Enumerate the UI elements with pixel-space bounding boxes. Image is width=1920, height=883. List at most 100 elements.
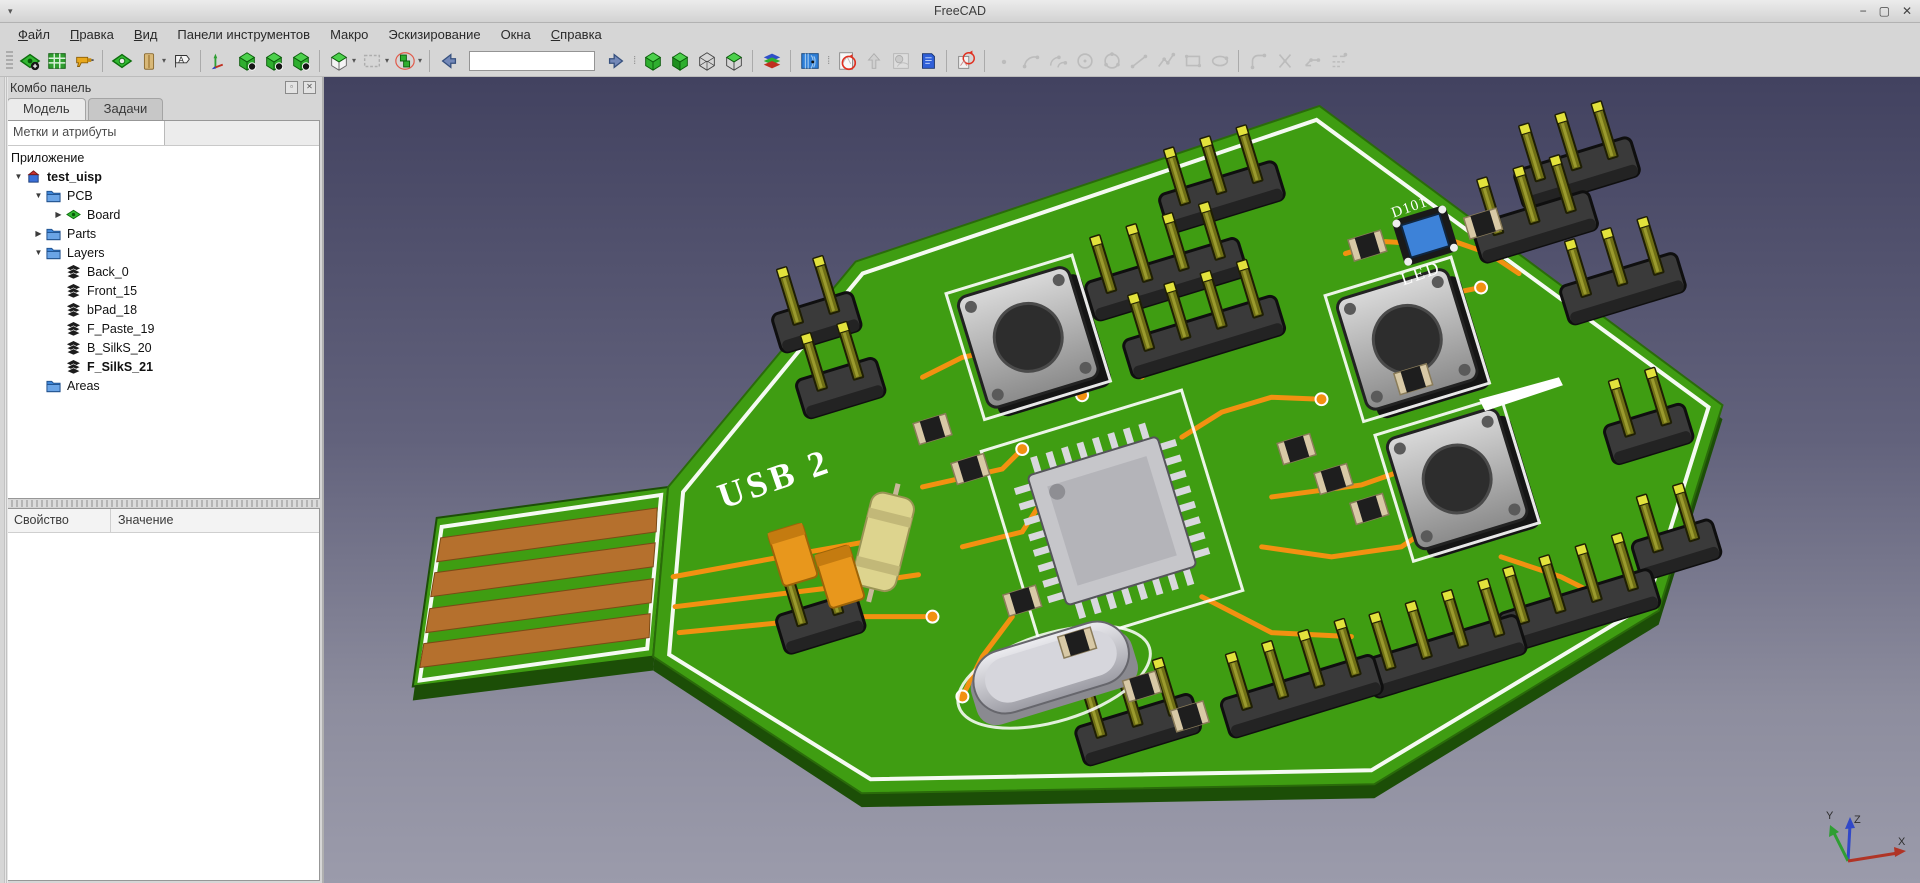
property-column-header[interactable]: Свойство [7, 509, 111, 532]
menu-item-edit[interactable]: Правка [60, 25, 124, 44]
menu-item-toolbars[interactable]: Панели инструментов [167, 25, 320, 44]
value-column-header[interactable]: Значение [111, 509, 319, 532]
dock-grip[interactable] [4, 77, 8, 883]
stepup-export-step-1-icon[interactable] [233, 47, 260, 74]
tree-item-pcb[interactable]: ▼PCB [7, 186, 319, 205]
stepup-axis-icon[interactable] [206, 47, 233, 74]
toolbar-separator [102, 50, 103, 72]
dropdown-arrow-icon[interactable]: ▾ [418, 56, 422, 65]
tree-item-board[interactable]: ▶Board [7, 205, 319, 224]
menu-item-help[interactable]: Справка [541, 25, 612, 44]
property-panel: Свойство Значение [6, 508, 320, 881]
title-bar: ▾ FreeCAD − ▢ ✕ [0, 0, 1920, 23]
layer-icon [66, 283, 83, 298]
stepup-export-step-2-icon[interactable] [260, 47, 287, 74]
tree-item-приложение[interactable]: Приложение [7, 148, 319, 167]
layer-icon [66, 359, 83, 374]
menu-item-sketching[interactable]: Эскизирование [378, 25, 490, 44]
nav-forward-icon[interactable] [602, 47, 629, 74]
toggle-construction-icon [1325, 47, 1352, 74]
stepup-drill-icon[interactable] [70, 47, 97, 74]
layer-icon [66, 321, 83, 336]
stepup-board-export-icon[interactable] [108, 47, 135, 74]
view-style-wireframe-icon[interactable] [693, 47, 720, 74]
selection-tool-icon [358, 47, 385, 74]
toolbar-separator [429, 50, 430, 72]
tree-item-label: Front_15 [87, 284, 137, 298]
stepup-group-export-icon[interactable] [391, 47, 418, 74]
tree-item-f-paste-19[interactable]: F_Paste_19 [7, 319, 319, 338]
expand-arrow[interactable]: ▼ [31, 191, 46, 200]
toolbar-separator [946, 50, 947, 72]
stepup-open-step-icon[interactable] [325, 47, 352, 74]
view-style-shaded-icon[interactable] [666, 47, 693, 74]
panel-splitter[interactable] [6, 500, 320, 507]
combo-panel-title: Комбо панель [10, 81, 91, 95]
dropdown-arrow-icon[interactable]: ▾ [385, 56, 389, 65]
minimize-button[interactable]: − [1860, 5, 1867, 17]
create-arc-3pt-icon [1044, 47, 1071, 74]
close-button[interactable]: ✕ [1902, 5, 1912, 17]
view-style-solid-icon[interactable] [639, 47, 666, 74]
tree-item-bpad-18[interactable]: bPad_18 [7, 300, 319, 319]
toolbar-separator [319, 50, 320, 72]
dropdown-arrow-icon[interactable]: ▾ [352, 56, 356, 65]
tree-item-areas[interactable]: Areas [7, 376, 319, 395]
leave-sketch-icon [860, 47, 887, 74]
menu-item-file[interactable]: Файл [8, 25, 60, 44]
view-sketch-icon [887, 47, 914, 74]
expand-arrow[interactable]: ▼ [31, 248, 46, 257]
menu-item-windows[interactable]: Окна [491, 25, 541, 44]
tree-item-front-15[interactable]: Front_15 [7, 281, 319, 300]
nav-back-icon[interactable] [435, 47, 462, 74]
menu-item-macro[interactable]: Макро [320, 25, 378, 44]
new-sketch-icon[interactable] [833, 47, 860, 74]
tab-model[interactable]: Модель [7, 98, 86, 120]
dropdown-arrow-icon[interactable]: ▾ [162, 56, 166, 65]
tree-item-label: Приложение [11, 151, 84, 165]
view-style-hiddenline-icon[interactable] [720, 47, 747, 74]
toolbar-handle[interactable]: ⁞ [633, 55, 635, 67]
board-icon [66, 207, 83, 222]
tree-item-label: Areas [67, 379, 100, 393]
stepup-text-input[interactable] [469, 51, 595, 71]
edit-sketch-icon[interactable] [914, 47, 941, 74]
toolbar-separator [984, 50, 985, 72]
3d-viewport[interactable]: USB 2 D101 LED Y Z X [324, 77, 1920, 883]
annotation-flag-icon[interactable]: A [168, 47, 195, 74]
trim-edge-icon [1271, 47, 1298, 74]
tree-item-parts[interactable]: ▶Parts [7, 224, 319, 243]
stepup-export-step-3-icon[interactable] [287, 47, 314, 74]
toolbar-handle[interactable] [6, 51, 13, 71]
create-polyline-icon [1152, 47, 1179, 74]
map-sketch-icon[interactable] [952, 47, 979, 74]
close-panel-icon[interactable]: ✕ [303, 81, 316, 94]
tree-header[interactable]: Метки и атрибуты [7, 121, 319, 146]
tree-item-layers[interactable]: ▼ Layers [7, 243, 319, 262]
expand-arrow[interactable]: ▶ [51, 210, 66, 219]
float-panel-icon[interactable]: ▫ [285, 81, 298, 94]
tab-tasks[interactable]: Задачи [88, 98, 164, 120]
model-tree-panel: Метки и атрибуты Приложение ▼test_uisp▼PC… [6, 120, 320, 499]
tree-item-back-0[interactable]: Back_0 [7, 262, 319, 281]
maximize-button[interactable]: ▢ [1879, 5, 1890, 17]
expand-arrow[interactable]: ▶ [31, 229, 46, 238]
tree-item-test-uisp[interactable]: ▼test_uisp [7, 167, 319, 186]
property-list [7, 533, 319, 880]
tree-item-label: Back_0 [87, 265, 129, 279]
tree-item-label: Layers [67, 246, 105, 260]
tree-item-b-silks-20[interactable]: B_SilkS_20 [7, 338, 319, 357]
expand-arrow[interactable]: ▼ [11, 172, 26, 181]
texture-mapping-icon[interactable] [796, 47, 823, 74]
stepup-spreadsheet-icon[interactable] [43, 47, 70, 74]
create-ellipse-icon [1206, 47, 1233, 74]
draw-style-icon[interactable] [758, 47, 785, 74]
tree-item-f-silks-21[interactable]: F_SilkS_21 [7, 357, 319, 376]
folder-icon [46, 378, 63, 393]
window-title: FreeCAD [0, 4, 1920, 18]
menu-item-view[interactable]: Вид [124, 25, 168, 44]
stepup-load-board-icon[interactable] [16, 47, 43, 74]
stepup-panel-icon[interactable] [135, 47, 162, 74]
svg-text:A: A [178, 55, 184, 64]
toolbar-handle[interactable]: ⁞ [827, 55, 829, 67]
